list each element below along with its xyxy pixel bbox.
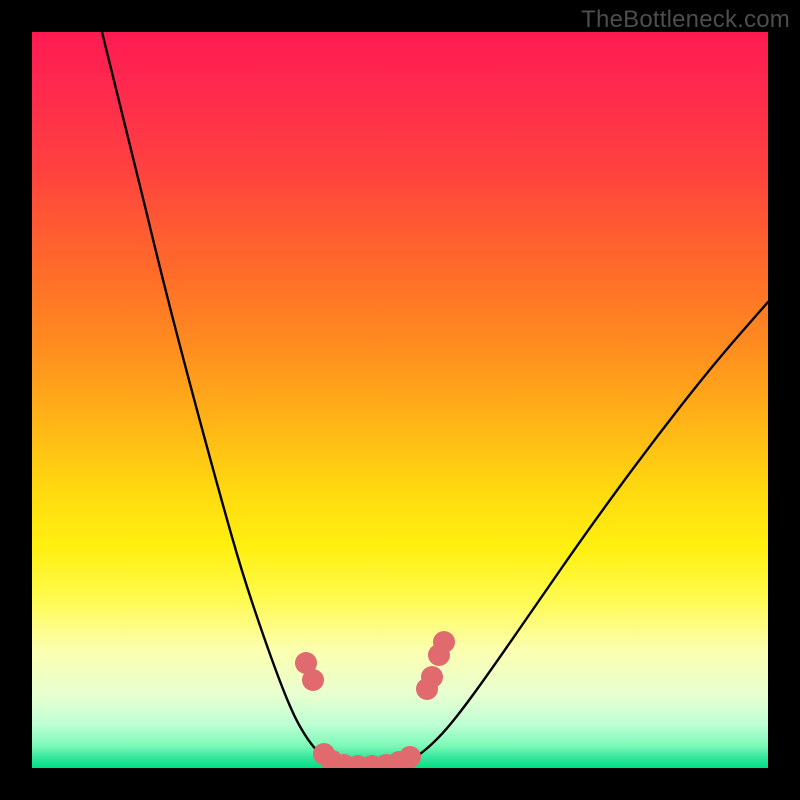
curve-marker <box>421 666 443 688</box>
bottleneck-curve-svg <box>32 32 768 768</box>
curve-marker <box>399 746 421 768</box>
watermark-text: TheBottleneck.com <box>581 6 790 34</box>
curve-marker <box>433 631 455 653</box>
chart-frame: TheBottleneck.com <box>0 0 800 800</box>
plot-area <box>32 32 768 768</box>
curve-marker <box>302 669 324 691</box>
curve-markers <box>295 631 455 768</box>
